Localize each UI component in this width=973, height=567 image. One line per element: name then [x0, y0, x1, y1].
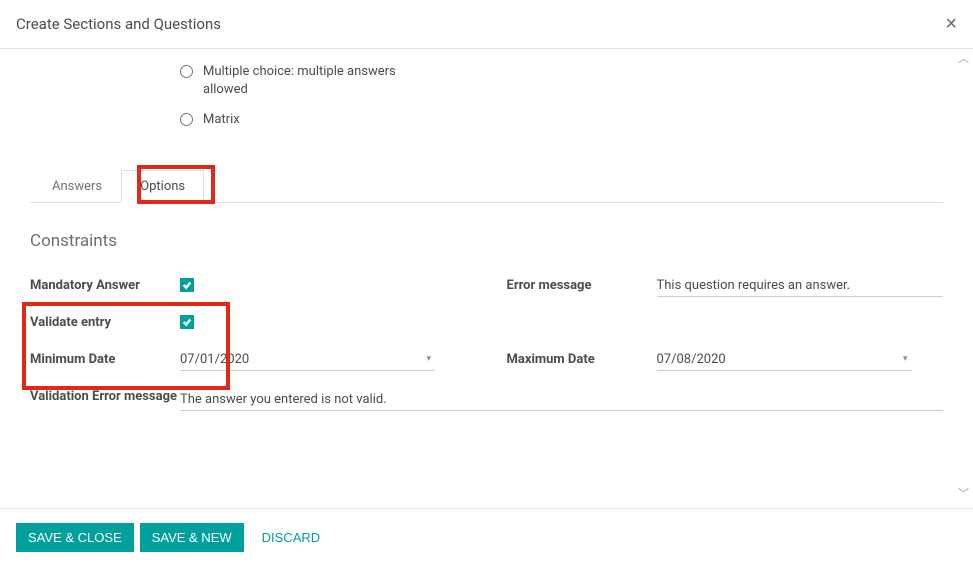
- modal-footer: Save & Close Save & New Discard: [0, 508, 973, 566]
- save-new-button[interactable]: Save & New: [140, 523, 244, 552]
- question-type-options: Multiple choice: multiple answers allowe…: [180, 63, 943, 130]
- modal-header: Create Sections and Questions ×: [0, 0, 973, 49]
- tab-options[interactable]: Options: [121, 170, 204, 203]
- discard-button[interactable]: Discard: [250, 523, 333, 552]
- tabs: Answers Options: [30, 170, 943, 203]
- radio-label-multiple-choice: Multiple choice: multiple answers allowe…: [203, 63, 433, 99]
- checkbox-mandatory-answer[interactable]: [180, 278, 194, 292]
- modal-title: Create Sections and Questions: [16, 15, 221, 33]
- row-empty: [507, 315, 944, 331]
- radio-matrix[interactable]: [180, 113, 193, 126]
- close-button[interactable]: ×: [945, 14, 957, 34]
- input-error-message[interactable]: [657, 275, 944, 297]
- maximum-date-field[interactable]: ▾: [657, 349, 912, 371]
- row-mandatory-answer: Mandatory Answer: [30, 275, 467, 297]
- input-minimum-date[interactable]: [180, 349, 422, 370]
- label-minimum-date: Minimum Date: [30, 352, 180, 367]
- row-minimum-date: Minimum Date ▾: [30, 349, 467, 371]
- modal-body: Multiple choice: multiple answers allowe…: [0, 49, 973, 508]
- chevron-down-icon[interactable]: ▾: [899, 354, 912, 364]
- label-error-message: Error message: [507, 278, 657, 293]
- label-maximum-date: Maximum Date: [507, 352, 657, 367]
- label-validate-entry: Validate entry: [30, 315, 180, 330]
- tab-answers[interactable]: Answers: [33, 170, 121, 202]
- check-icon: [182, 317, 192, 327]
- input-validation-error[interactable]: [180, 389, 943, 411]
- input-maximum-date[interactable]: [657, 349, 899, 370]
- save-close-button[interactable]: Save & Close: [16, 523, 134, 552]
- label-mandatory-answer: Mandatory Answer: [30, 278, 180, 293]
- constraints-form: Mandatory Answer Error message Validate …: [30, 275, 943, 411]
- radio-label-matrix: Matrix: [203, 111, 240, 129]
- radio-option-multiple-choice[interactable]: Multiple choice: multiple answers allowe…: [180, 63, 943, 99]
- row-validation-error: Validation Error message: [30, 389, 943, 411]
- check-icon: [182, 280, 192, 290]
- row-error-message: Error message: [507, 275, 944, 297]
- radio-multiple-choice[interactable]: [180, 65, 193, 78]
- row-validate-entry: Validate entry: [30, 315, 467, 331]
- section-heading-constraints: Constraints: [30, 231, 943, 251]
- label-validation-error: Validation Error message: [30, 389, 180, 406]
- checkbox-validate-entry[interactable]: [180, 315, 194, 329]
- minimum-date-field[interactable]: ▾: [180, 349, 435, 371]
- radio-option-matrix[interactable]: Matrix: [180, 111, 943, 129]
- chevron-down-icon[interactable]: ▾: [422, 354, 435, 364]
- row-maximum-date: Maximum Date ▾: [507, 349, 944, 371]
- scroll-down-indicator[interactable]: ﹀: [958, 485, 969, 501]
